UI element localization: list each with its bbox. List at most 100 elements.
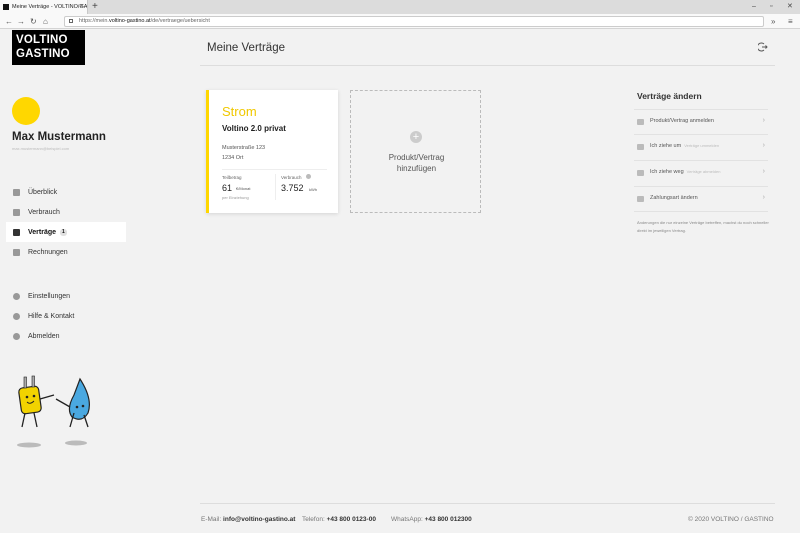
minimize-icon[interactable]: – — [752, 0, 756, 14]
footer-whatsapp-label: WhatsApp: — [391, 516, 423, 523]
nav-item-invoices[interactable]: Rechnungen — [6, 242, 126, 262]
chevron-right-icon: › — [762, 168, 765, 175]
usage-value: 3.752 — [281, 183, 304, 193]
footer-divider — [200, 503, 775, 504]
actions-note: Änderungen die nur einzelne Verträge bet… — [637, 220, 769, 233]
help-icon — [13, 312, 20, 320]
nav-item-help[interactable]: Hilfe & Kontakt — [6, 306, 126, 326]
contracts-count-badge: 1 — [60, 228, 67, 236]
footer-phone: Telefon: +43 800 0123-00 — [302, 516, 376, 523]
nav-item-usage[interactable]: Verbrauch — [6, 202, 126, 222]
header-divider — [200, 65, 775, 66]
action-label: Zahlungsart ändern — [650, 195, 698, 201]
logout-icon — [13, 332, 20, 340]
logo-line-1: VOLTINO — [16, 34, 68, 46]
tab-title: Meine Verträge - VOLTINO/GA — [12, 4, 88, 10]
nav-item-overview[interactable]: Überblick — [6, 182, 126, 202]
nav-item-label: Hilfe & Kontakt — [28, 312, 75, 320]
bar-chart-icon — [13, 208, 20, 216]
contract-icon — [13, 228, 20, 236]
action-label: Ich ziehe um Verträge ummelden — [650, 143, 719, 149]
browser-menu-icon[interactable]: ≡ — [788, 14, 793, 29]
browser-nav-bar: ← → ↻ ⌂ https://mein.voltino-gastino.at/… — [0, 14, 800, 29]
new-tab-button[interactable]: + — [92, 0, 98, 14]
user-name: Max Mustermann — [12, 131, 106, 143]
nav-item-label: Abmelden — [28, 332, 60, 340]
credit-card-icon — [637, 196, 644, 202]
usage-label: Verbrauch — [281, 175, 302, 180]
window-close-icon[interactable]: ✕ — [787, 0, 793, 14]
action-label: Produkt/Vertrag anmelden — [650, 118, 714, 124]
info-icon[interactable] — [306, 174, 311, 179]
avatar — [12, 97, 40, 125]
door-icon — [637, 170, 644, 176]
url-path: /de/vertraege/uebersicht — [150, 18, 210, 24]
footer-email-link[interactable]: info@voltino-gastino.at — [223, 516, 295, 523]
nav-item-contracts[interactable]: Verträge 1 — [6, 222, 126, 242]
contract-card[interactable]: Strom Voltino 2.0 privat Musterstraße 12… — [206, 90, 338, 213]
nav-item-label: Verbrauch — [28, 208, 60, 216]
brand-logo[interactable]: VOLTINO GASTINO — [12, 30, 85, 65]
truck-icon — [637, 144, 644, 150]
action-sublabel: Verträge abmelden — [686, 169, 721, 174]
maximize-icon[interactable]: ▫ — [770, 0, 772, 14]
footer-whatsapp-link[interactable]: +43 800 012300 — [425, 516, 472, 523]
footer-email: E-Mail: info@voltino-gastino.at — [201, 516, 295, 523]
contract-type: Strom — [222, 104, 257, 119]
address-bar[interactable]: https://mein.voltino-gastino.at/de/vertr… — [64, 16, 764, 27]
favicon-icon — [3, 4, 9, 10]
main-nav: Überblick Verbrauch Verträge 1 Rechnunge… — [6, 182, 126, 262]
overflow-icon[interactable]: » — [771, 14, 775, 29]
partial-amount-value: 61 — [222, 183, 233, 193]
action-moving[interactable]: Ich ziehe um Verträge ummelden › — [634, 134, 768, 159]
browser-tab[interactable]: Meine Verträge - VOLTINO/GA × — [0, 0, 88, 14]
nav-item-logout[interactable]: Abmelden — [6, 326, 126, 346]
home-icon[interactable]: ⌂ — [43, 14, 48, 29]
page-title: Meine Verträge — [207, 42, 285, 54]
chevron-right-icon: › — [762, 142, 765, 149]
contract-street: Musterstraße 123 — [222, 145, 266, 151]
action-moving-away[interactable]: Ich ziehe weg Verträge abmelden › — [634, 160, 768, 185]
partial-amount-unit: €/Monat — [236, 186, 251, 191]
back-icon[interactable]: ← — [5, 14, 13, 29]
reload-icon[interactable]: ↻ — [30, 14, 37, 29]
actions-divider — [634, 211, 768, 212]
action-register-product[interactable]: Produkt/Vertrag anmelden › — [634, 109, 768, 134]
secondary-nav: Einstellungen Hilfe & Kontakt Abmelden — [6, 286, 126, 346]
action-label-text: Ich ziehe um — [650, 143, 682, 149]
card-divider — [222, 169, 327, 170]
footer-email-label: E-Mail: — [201, 516, 222, 523]
nav-item-label: Verträge — [28, 228, 57, 236]
sidebar: VOLTINO GASTINO Max Mustermann max.muste… — [0, 29, 140, 533]
gear-icon — [13, 292, 20, 300]
action-sublabel: Verträge ummelden — [684, 143, 720, 148]
add-contract-card[interactable]: + Produkt/Vertrag hinzufügen — [350, 90, 481, 213]
action-label-text: Produkt/Vertrag anmelden — [650, 118, 714, 124]
chevron-right-icon: › — [762, 117, 765, 124]
add-contract-label-line1: Produkt/Vertrag — [388, 153, 445, 162]
contract-product: Voltino 2.0 privat — [222, 124, 286, 133]
logout-icon[interactable] — [758, 42, 768, 52]
url-domain: voltino-gastino.at — [108, 18, 151, 24]
usage-unit: kWh — [309, 187, 317, 192]
action-label-text: Ich ziehe weg — [650, 169, 684, 175]
overview-icon — [13, 188, 20, 196]
footer-copyright: © 2020 VOLTINO / GASTINO — [688, 516, 774, 523]
chevron-right-icon: › — [762, 194, 765, 201]
tag-icon — [637, 119, 644, 125]
plus-icon: + — [410, 131, 422, 143]
footer-phone-link[interactable]: +43 800 0123-00 — [327, 516, 376, 523]
user-email: max.mustermann@beispiel.com — [12, 146, 70, 151]
forward-icon[interactable]: → — [17, 14, 25, 29]
nav-item-label: Einstellungen — [28, 292, 71, 300]
action-label-text: Zahlungsart ändern — [650, 195, 698, 201]
nav-item-settings[interactable]: Einstellungen — [6, 286, 126, 306]
action-payment-method[interactable]: Zahlungsart ändern › — [634, 186, 768, 211]
url-prefix: https://mein. — [79, 18, 109, 24]
footer-phone-label: Telefon: — [302, 516, 325, 523]
contract-city: 1234 Ort — [222, 155, 244, 161]
add-contract-label: Produkt/Vertrag hinzufügen — [351, 152, 482, 174]
lock-icon — [69, 19, 73, 23]
partial-amount-label: Teilbetrag — [222, 175, 242, 180]
close-tab-icon[interactable]: × — [80, 0, 84, 14]
